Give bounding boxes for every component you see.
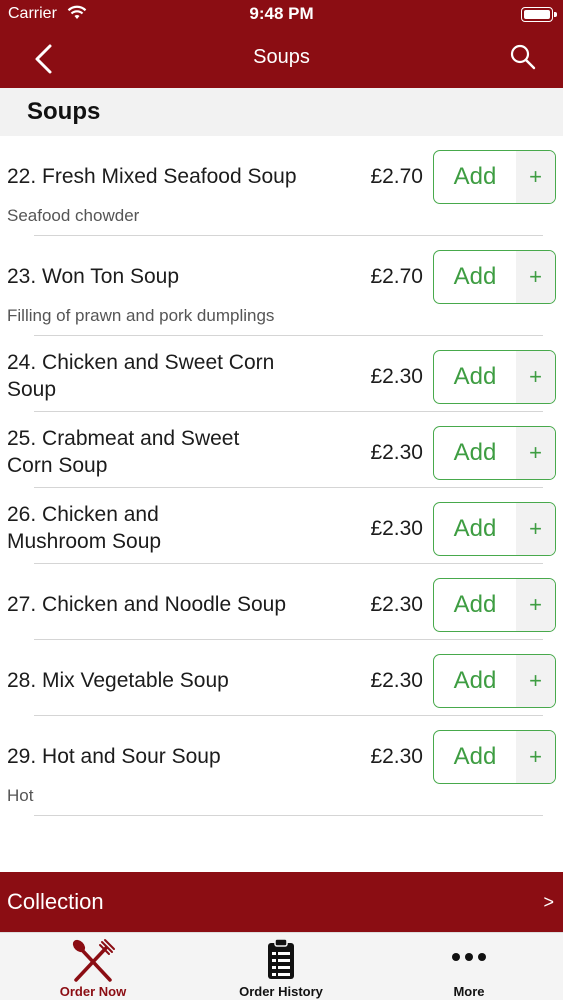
plus-icon: + (516, 151, 555, 203)
divider (34, 411, 543, 412)
tab-more[interactable]: More (399, 933, 539, 1000)
add-label: Add (453, 363, 497, 390)
plus-icon: + (516, 503, 555, 555)
item-price: £2.30 (370, 517, 423, 540)
add-label: Add (453, 439, 497, 466)
tab-label: More (453, 984, 485, 999)
item-description: Filling of prawn and pork dumplings (7, 306, 275, 325)
status-time: 9:48 PM (249, 4, 314, 23)
plus-icon: + (516, 351, 555, 403)
section-header: Soups (0, 88, 563, 136)
item-description: Hot (7, 786, 34, 805)
section-title: Soups (27, 98, 101, 125)
tab-order-history[interactable]: Order History (211, 933, 351, 1000)
plus-icon: + (516, 731, 555, 783)
add-button[interactable]: Add + (433, 502, 556, 556)
tab-label: Order Now (59, 984, 127, 999)
chevron-right-icon: > (543, 892, 554, 912)
add-label: Add (453, 163, 497, 190)
divider (34, 715, 543, 716)
divider (34, 487, 543, 488)
divider (34, 815, 543, 816)
item-price: £2.30 (370, 365, 423, 388)
item-price: £2.30 (370, 745, 423, 768)
add-label: Add (453, 591, 497, 618)
status-bar: Carrier 9:48 PM (0, 0, 563, 30)
navigation-bar: Soups (0, 30, 563, 88)
item-price: £2.30 (370, 669, 423, 692)
clipboard-list-icon (266, 938, 296, 985)
item-description: Seafood chowder (7, 206, 140, 225)
plus-icon: + (516, 655, 555, 707)
divider (34, 639, 543, 640)
add-button[interactable]: Add + (433, 426, 556, 480)
fork-knife-icon (70, 938, 116, 989)
item-price: £2.30 (370, 593, 423, 616)
item-name: 27. Chicken and Noodle Soup (7, 593, 287, 616)
divider (34, 335, 543, 336)
header-bar: Carrier 9:48 PM Soups (0, 0, 563, 88)
battery-icon (521, 7, 557, 22)
tab-order-now[interactable]: Order Now (23, 933, 163, 1000)
item-name: 22. Fresh Mixed Seafood Soup (7, 165, 297, 188)
item-price: £2.70 (370, 265, 423, 288)
add-button[interactable]: Add + (433, 150, 556, 204)
search-icon (510, 44, 536, 70)
item-name: 23. Won Ton Soup (7, 265, 180, 288)
tab-label: Order History (239, 984, 323, 999)
item-name: 29. Hot and Sour Soup (7, 745, 221, 768)
item-name: 25. Crabmeat and Sweet Corn Soup (7, 427, 240, 477)
plus-icon: + (516, 251, 555, 303)
item-name: 28. Mix Vegetable Soup (7, 669, 229, 692)
add-label: Add (453, 263, 497, 290)
add-label: Add (453, 515, 497, 542)
item-name: 24. Chicken and Sweet Corn Soup (7, 351, 275, 401)
more-dots-icon (451, 949, 487, 967)
item-price: £2.70 (370, 165, 423, 188)
plus-icon: + (516, 427, 555, 479)
divider (34, 563, 543, 564)
page-title: Soups (253, 46, 310, 68)
divider (34, 235, 543, 236)
item-name: 26. Chicken and Mushroom Soup (7, 503, 162, 553)
collection-label: Collection (7, 889, 104, 914)
search-button[interactable] (509, 43, 537, 71)
add-button[interactable]: Add + (433, 250, 556, 304)
item-price: £2.30 (370, 441, 423, 464)
plus-icon: + (516, 579, 555, 631)
add-label: Add (453, 667, 497, 694)
tab-bar: Order Now Order History More (0, 932, 563, 1000)
add-button[interactable]: Add + (433, 578, 556, 632)
add-label: Add (453, 743, 497, 770)
add-button[interactable]: Add + (433, 350, 556, 404)
add-button[interactable]: Add + (433, 654, 556, 708)
collection-bar[interactable]: Collection > (0, 872, 563, 932)
add-button[interactable]: Add + (433, 730, 556, 784)
